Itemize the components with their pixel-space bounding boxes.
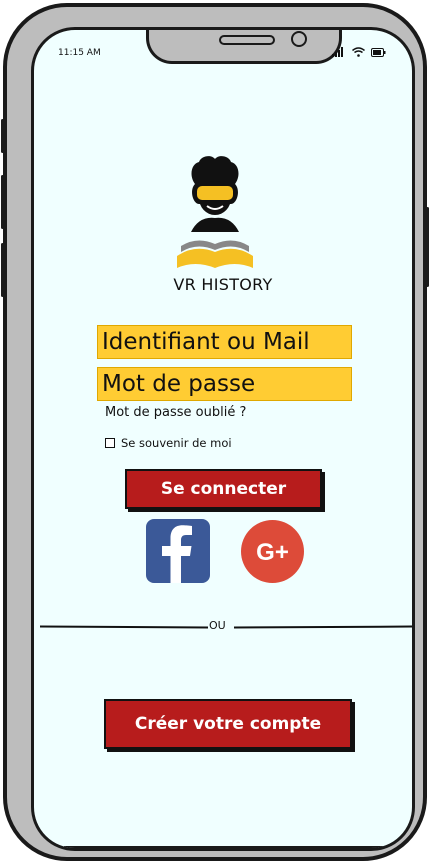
- signal-icon: [332, 47, 343, 57]
- status-icons: [332, 47, 386, 57]
- status-time: 11:15 AM: [58, 48, 101, 58]
- username-field[interactable]: Identifiant ou Mail: [97, 325, 352, 359]
- notch: [146, 30, 342, 64]
- google-plus-text: G+: [256, 539, 289, 566]
- facebook-f-glyph: [162, 525, 192, 583]
- camera: [291, 31, 307, 47]
- side-button-right: [426, 207, 429, 287]
- signup-button[interactable]: Créer votre compte: [104, 699, 352, 749]
- remember-me-checkbox[interactable]: [105, 438, 115, 448]
- remember-me[interactable]: Se souvenir de moi: [105, 436, 232, 450]
- facebook-icon[interactable]: [146, 519, 210, 583]
- battery-icon: [371, 47, 386, 57]
- remember-me-label: Se souvenir de moi: [121, 436, 232, 450]
- side-button-left-3: [1, 243, 4, 297]
- side-button-left-2: [1, 175, 4, 229]
- app-logo: [177, 156, 253, 268]
- password-field[interactable]: Mot de passe: [97, 367, 352, 401]
- side-button-left-1: [1, 119, 4, 153]
- wifi-icon: [352, 47, 365, 57]
- login-button[interactable]: Se connecter: [125, 469, 322, 509]
- divider-label: OU: [209, 619, 226, 632]
- google-plus-glyph: G+: [256, 539, 289, 566]
- forgot-password-link[interactable]: Mot de passe oublié ?: [105, 405, 246, 420]
- phone-frame: 11:15 AM VR HISTORY Identifiant ou Mail …: [1, 3, 429, 861]
- screen-bottom-line: [64, 846, 386, 848]
- google-plus-icon[interactable]: G+: [241, 520, 304, 583]
- speaker: [219, 35, 275, 45]
- phone-screen: 11:15 AM VR HISTORY Identifiant ou Mail …: [31, 27, 415, 851]
- divider-line-right: [233, 625, 412, 628]
- divider-line-left: [39, 625, 209, 628]
- app-name: VR HISTORY: [173, 275, 273, 294]
